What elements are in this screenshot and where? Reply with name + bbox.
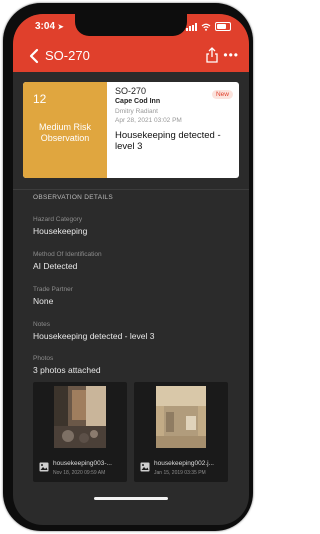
photo-date: Nov 18, 2020 09:59 AM xyxy=(53,470,106,476)
observation-card[interactable]: 12 Medium Risk Observation SO-270 Cape C… xyxy=(23,82,239,178)
status-time: 3:04 ➤ xyxy=(35,21,64,32)
observation-date: Apr 28, 2021 03:02 PM xyxy=(115,117,182,124)
hazard-category-label: Hazard Category xyxy=(33,216,83,223)
home-indicator[interactable] xyxy=(94,497,168,500)
trade-partner-label: Trade Partner xyxy=(33,286,73,293)
divider xyxy=(13,189,249,190)
notes-value: Housekeeping detected - level 3 xyxy=(33,331,155,341)
share-icon[interactable] xyxy=(205,47,219,63)
notes-label: Notes xyxy=(33,321,50,328)
more-horizontal-icon[interactable]: ••• xyxy=(223,49,239,61)
risk-label: Medium Risk Observation xyxy=(38,122,91,143)
battery-icon xyxy=(215,22,231,31)
method-value: AI Detected xyxy=(33,261,78,271)
status-badge: New xyxy=(211,90,233,99)
risk-score: 12 xyxy=(33,92,47,106)
photos-label: Photos xyxy=(33,355,54,362)
photo-attachment[interactable]: housekeeping003-... Nov 18, 2020 09:59 A… xyxy=(33,382,127,482)
image-icon xyxy=(39,462,49,472)
section-title: OBSERVATION DETAILS xyxy=(33,194,113,201)
hazard-category-value: Housekeeping xyxy=(33,226,88,236)
photo-attachment[interactable]: housekeeping002.j... Jan 15, 2019 03:35 … xyxy=(134,382,228,482)
reporter-name: Dmitry Radiant xyxy=(115,108,158,115)
risk-block: 12 Medium Risk Observation xyxy=(23,82,107,178)
method-label: Method Of Identification xyxy=(33,251,102,258)
wifi-icon xyxy=(201,23,211,31)
trade-partner-value: None xyxy=(33,296,54,306)
nav-bar: SO-270 ••• xyxy=(13,44,249,68)
page-title: SO-270 xyxy=(45,48,90,63)
photos-value: 3 photos attached xyxy=(33,365,101,375)
location-arrow-icon: ➤ xyxy=(57,24,64,31)
photo-thumbnail xyxy=(156,386,206,448)
photo-date: Jan 15, 2019 03:35 PM xyxy=(154,470,206,476)
signal-icon xyxy=(186,22,197,31)
photo-filename: housekeeping002.j... xyxy=(154,460,214,467)
app-screen: 3:04 ➤ SO-270 ••• 12 Medium Risk Observa… xyxy=(13,14,249,525)
photo-filename: housekeeping003-... xyxy=(53,460,112,467)
phone-frame: 3:04 ➤ SO-270 ••• 12 Medium Risk Observa… xyxy=(3,3,253,531)
status-icons xyxy=(186,22,231,31)
photo-thumbnail xyxy=(54,386,106,448)
image-icon xyxy=(140,462,150,472)
chevron-left-icon[interactable] xyxy=(27,48,41,64)
phone-notch xyxy=(75,14,187,36)
status-time-text: 3:04 xyxy=(35,21,56,32)
observation-title: Housekeeping detected - level 3 xyxy=(115,130,221,152)
